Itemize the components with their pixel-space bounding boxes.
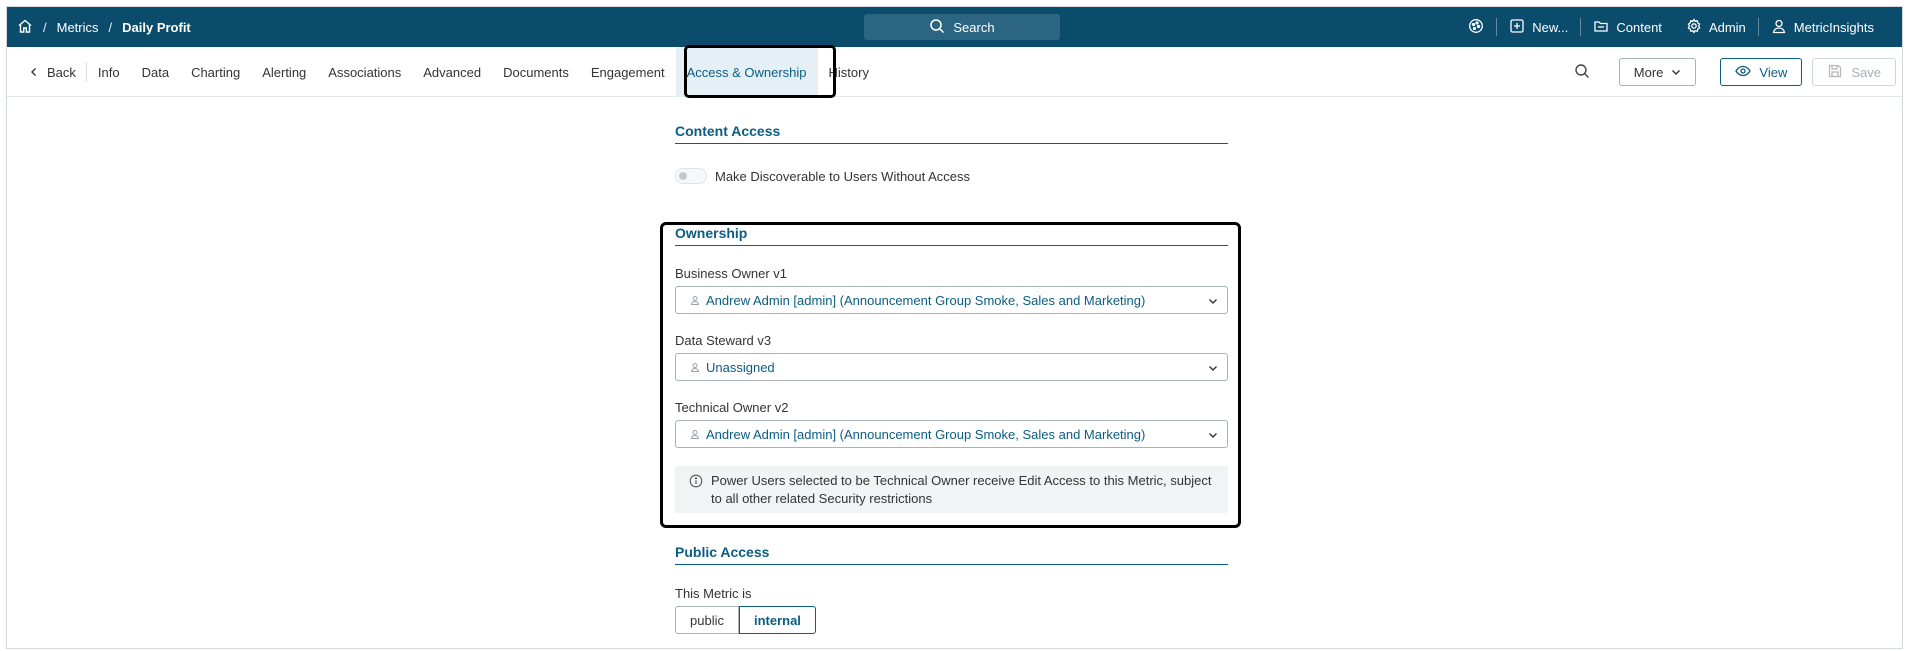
tab-engagement[interactable]: Engagement bbox=[580, 47, 676, 97]
user-icon bbox=[690, 293, 706, 308]
top-nav: New... Content Admin MetricInsights bbox=[1456, 7, 1886, 47]
user-label: MetricInsights bbox=[1793, 19, 1874, 35]
public-option[interactable]: public bbox=[675, 606, 739, 634]
folder-icon bbox=[1593, 18, 1609, 37]
app-window: / Metrics / Daily Profit Search New... C… bbox=[6, 6, 1903, 649]
back-button[interactable]: Back bbox=[25, 62, 87, 82]
data-steward-value: Unassigned bbox=[706, 359, 775, 375]
business-owner-value: Andrew Admin [admin] (Announcement Group… bbox=[706, 292, 1146, 308]
new-button[interactable]: New... bbox=[1497, 18, 1580, 37]
new-label: New... bbox=[1532, 19, 1569, 35]
admin-button[interactable]: Admin bbox=[1674, 17, 1758, 37]
palette-button[interactable] bbox=[1456, 18, 1496, 37]
tab-bar: Back Info Data Charting Alerting Associa… bbox=[7, 47, 1902, 97]
discoverable-toggle-row: Make Discoverable to Users Without Acces… bbox=[675, 168, 970, 184]
ownership-title: Ownership bbox=[675, 225, 1228, 246]
chevron-down-icon bbox=[1209, 299, 1217, 304]
chevron-down-icon bbox=[1671, 65, 1681, 80]
technical-owner-value: Andrew Admin [admin] (Announcement Group… bbox=[706, 426, 1146, 442]
chevron-left-icon bbox=[29, 65, 39, 80]
user-icon bbox=[690, 427, 706, 442]
discoverable-label: Make Discoverable to Users Without Acces… bbox=[715, 168, 971, 184]
technical-owner-info: Power Users selected to be Technical Own… bbox=[675, 466, 1228, 513]
info-icon bbox=[689, 472, 711, 493]
page-search-button[interactable] bbox=[1567, 57, 1597, 87]
user-menu-button[interactable]: MetricInsights bbox=[1759, 18, 1886, 37]
public-access-label: This Metric is bbox=[675, 586, 752, 601]
save-icon bbox=[1827, 63, 1843, 82]
plus-square-icon bbox=[1509, 18, 1525, 37]
info-text-line-1: Power Users selected to be Technical Own… bbox=[711, 473, 1212, 488]
info-text-line-2: to all other related Security restrictio… bbox=[711, 491, 933, 506]
more-label: More bbox=[1633, 64, 1664, 80]
chevron-down-icon bbox=[1209, 366, 1217, 371]
content-button[interactable]: Content bbox=[1581, 18, 1674, 37]
tab-access-ownership[interactable]: Access & Ownership bbox=[675, 47, 818, 97]
more-button[interactable]: More bbox=[1618, 58, 1697, 86]
tab-charting[interactable]: Charting bbox=[180, 47, 251, 97]
home-icon[interactable] bbox=[17, 18, 33, 37]
eye-icon bbox=[1735, 63, 1752, 82]
user-icon bbox=[690, 360, 706, 375]
tab-advanced[interactable]: Advanced bbox=[412, 47, 492, 97]
search-icon bbox=[929, 18, 945, 37]
tab-alerting[interactable]: Alerting bbox=[251, 47, 317, 97]
top-bar: / Metrics / Daily Profit Search New... C… bbox=[7, 7, 1902, 47]
breadcrumb: / Metrics / Daily Profit bbox=[17, 7, 191, 47]
tab-info[interactable]: Info bbox=[87, 47, 131, 97]
discoverable-toggle[interactable] bbox=[675, 168, 707, 184]
search-label: Search bbox=[953, 19, 995, 35]
app-frame: / Metrics / Daily Profit Search New... C… bbox=[0, 0, 1909, 651]
breadcrumb-separator: / bbox=[108, 19, 113, 35]
search-icon bbox=[1574, 63, 1590, 82]
content-label: Content bbox=[1616, 19, 1662, 35]
save-button[interactable]: Save bbox=[1812, 58, 1896, 86]
tab-associations[interactable]: Associations bbox=[317, 47, 412, 97]
view-label: View bbox=[1759, 64, 1788, 80]
breadcrumb-separator: / bbox=[43, 19, 47, 35]
user-icon bbox=[1771, 18, 1787, 37]
content-access-title: Content Access bbox=[675, 123, 1228, 144]
breadcrumb-current: Daily Profit bbox=[122, 19, 191, 35]
business-owner-label: Business Owner v1 bbox=[675, 266, 787, 281]
tab-list: Back Info Data Charting Alerting Associa… bbox=[25, 47, 880, 97]
chevron-down-icon bbox=[1209, 433, 1217, 438]
admin-label: Admin bbox=[1708, 19, 1746, 35]
technical-owner-label: Technical Owner v2 bbox=[675, 400, 789, 415]
data-steward-select[interactable]: Unassigned bbox=[675, 353, 1228, 381]
info-text: Power Users selected to be Technical Own… bbox=[711, 472, 1211, 508]
technical-owner-select[interactable]: Andrew Admin [admin] (Announcement Group… bbox=[675, 420, 1228, 448]
data-steward-label: Data Steward v3 bbox=[675, 333, 772, 348]
view-button[interactable]: View bbox=[1720, 58, 1803, 86]
back-label: Back bbox=[47, 64, 76, 80]
save-label: Save bbox=[1851, 64, 1881, 80]
public-access-toggle: public internal bbox=[675, 606, 816, 634]
palette-icon bbox=[1468, 18, 1484, 37]
global-search-button[interactable]: Search bbox=[864, 14, 1060, 40]
breadcrumb-metrics[interactable]: Metrics bbox=[57, 20, 99, 35]
gear-icon bbox=[1686, 17, 1702, 37]
public-access-title: Public Access bbox=[675, 544, 1228, 565]
tab-history[interactable]: History bbox=[818, 47, 880, 97]
tab-data[interactable]: Data bbox=[131, 47, 180, 97]
tab-documents[interactable]: Documents bbox=[492, 47, 580, 97]
internal-option[interactable]: internal bbox=[738, 606, 816, 634]
tab-toolbar: More View Save bbox=[1567, 47, 1896, 97]
business-owner-select[interactable]: Andrew Admin [admin] (Announcement Group… bbox=[675, 286, 1228, 314]
